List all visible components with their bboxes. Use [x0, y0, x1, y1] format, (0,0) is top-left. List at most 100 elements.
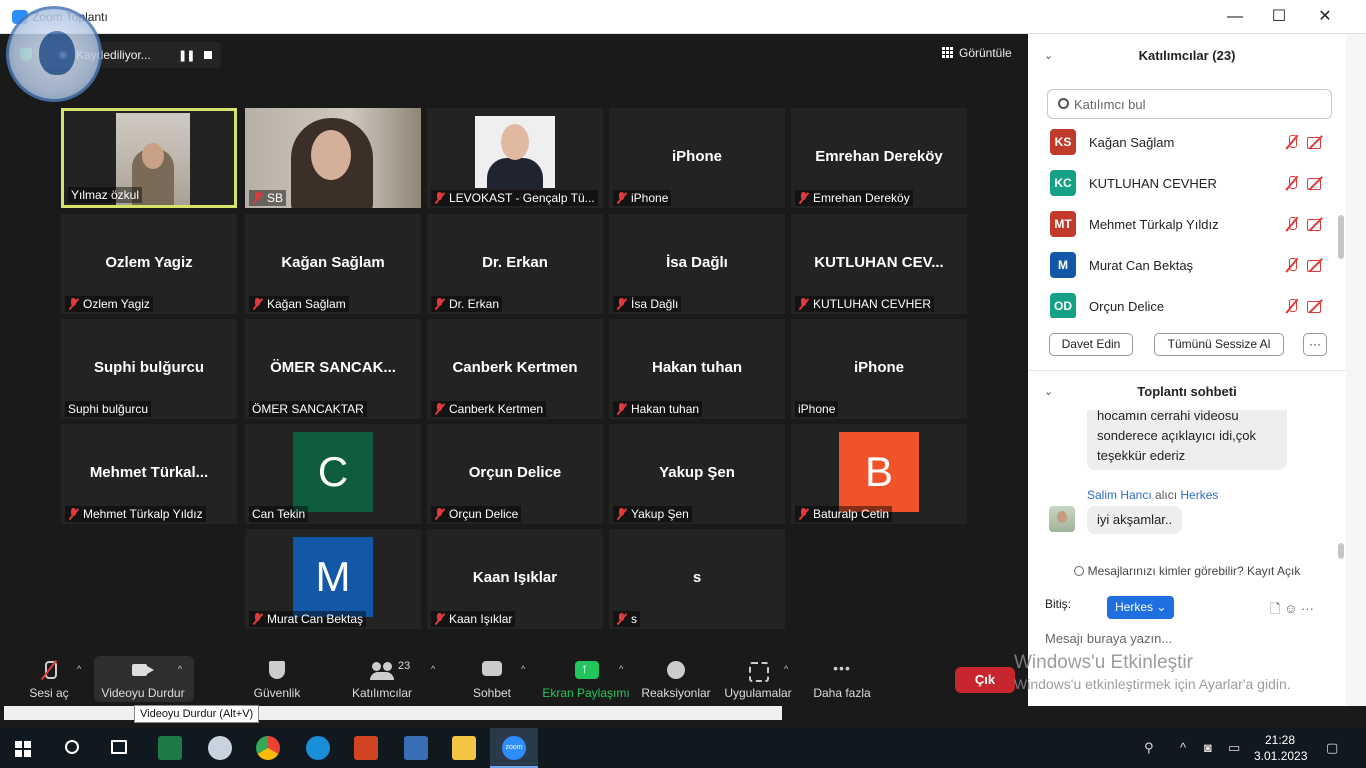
- security-button[interactable]: Güvenlik: [246, 652, 308, 706]
- close-button[interactable]: ✕: [1308, 6, 1342, 28]
- video-tile[interactable]: iPhone iPhone: [791, 319, 967, 419]
- collapse-participants-icon[interactable]: ⌄: [1044, 36, 1053, 76]
- participant-row[interactable]: KS Kağan Sağlam: [1028, 122, 1346, 163]
- participant-name-label: Kağan Sağlam: [249, 296, 349, 312]
- view-button[interactable]: Görüntüle: [942, 46, 1012, 60]
- video-tile[interactable]: Orçun Delice Orçun Delice: [427, 424, 603, 524]
- video-tile[interactable]: B Baturalp Cetin: [791, 424, 967, 524]
- reactions-button[interactable]: Reaksiyonlar: [640, 652, 712, 706]
- battery-icon[interactable]: ▭: [1228, 740, 1240, 756]
- chat-scroll-thumb[interactable]: [1338, 543, 1344, 559]
- muted-mic-icon: [434, 403, 445, 414]
- video-tile[interactable]: Yakup Şen Yakup Şen: [609, 424, 785, 524]
- video-tile[interactable]: M Murat Can Bektaş: [245, 529, 421, 629]
- video-tile[interactable]: Emrehan Dereköy Emrehan Dereköy: [791, 108, 967, 208]
- horizontal-scrollbar[interactable]: [4, 706, 782, 720]
- chat-options-caret[interactable]: ^: [521, 664, 525, 674]
- people-tray-icon[interactable]: ⚲: [1144, 740, 1154, 756]
- leave-button[interactable]: Çık: [955, 667, 1015, 693]
- chat-messages[interactable]: hocamın cerrahi videosu sonderece açıkla…: [1028, 410, 1338, 562]
- title-bar: Zoom Toplantı — ☐ ✕: [0, 0, 1366, 34]
- stop-recording-icon[interactable]: [204, 51, 212, 59]
- participants-icon: [370, 660, 394, 680]
- taskbar-explorer[interactable]: [440, 728, 488, 768]
- participants-options-caret[interactable]: ^: [431, 664, 435, 674]
- participant-avatar: C: [293, 432, 373, 512]
- video-tile[interactable]: KUTLUHAN CEV... KUTLUHAN CEVHER: [791, 214, 967, 314]
- video-tile[interactable]: Kaan Işıklar Kaan Işıklar: [427, 529, 603, 629]
- chat-visibility-info[interactable]: Mesajlarınızı kimler görebilir? Kayıt Aç…: [1028, 564, 1346, 578]
- video-tile[interactable]: Yılmaz özkul: [61, 108, 237, 208]
- participant-name-label: İsa Dağlı: [613, 296, 682, 312]
- chat-tools[interactable]: 🗋 ☺ ···: [1270, 600, 1314, 622]
- unmute-button[interactable]: Sesi aç: [20, 652, 78, 706]
- taskbar-app-7[interactable]: [392, 728, 440, 768]
- stop-video-button[interactable]: Videoyu Durdur: [96, 652, 190, 706]
- notifications-icon[interactable]: ▢: [1326, 740, 1338, 756]
- video-tile[interactable]: Hakan tuhan Hakan tuhan: [609, 319, 785, 419]
- apps-button[interactable]: Uygulamalar: [722, 652, 794, 706]
- video-tile[interactable]: Kağan Sağlam Kağan Sağlam: [245, 214, 421, 314]
- video-tile[interactable]: LEVOKAST - Gençalp Tü...: [427, 108, 603, 208]
- participants-title: Katılımcılar (23): [1138, 48, 1236, 63]
- video-tile[interactable]: SB: [245, 108, 421, 208]
- panel-scrollbar[interactable]: [1346, 34, 1366, 706]
- participant-row[interactable]: KC KUTLUHAN CEVHER: [1028, 163, 1346, 204]
- side-panel: ⌄ Katılımcılar (23) KS Kağan Sağlam KC KUTL…: [1028, 34, 1346, 706]
- video-tile[interactable]: İsa Dağlı İsa Dağlı: [609, 214, 785, 314]
- mute-all-button[interactable]: Tümünü Sessize Al: [1154, 333, 1284, 356]
- pause-recording-icon[interactable]: ❚❚: [178, 49, 195, 62]
- chevron-up-icon[interactable]: ^: [1180, 740, 1186, 755]
- share-options-caret[interactable]: ^: [619, 664, 623, 674]
- tray-app-icon[interactable]: ◙: [1204, 740, 1212, 755]
- video-tile[interactable]: ss: [609, 529, 785, 629]
- video-tile[interactable]: Canberk Kertmen Canberk Kertmen: [427, 319, 603, 419]
- participant-display-name: Dr. Erkan: [482, 254, 548, 271]
- participant-name: Hakan tuhan: [631, 402, 700, 416]
- participant-row[interactable]: M Murat Can Bektaş: [1028, 245, 1346, 286]
- video-tile[interactable]: Mehmet Türkal... Mehmet Türkalp Yıldız: [61, 424, 237, 524]
- muted-mic-icon: [616, 403, 627, 414]
- video-options-caret[interactable]: ^: [178, 664, 182, 674]
- video-tile[interactable]: Dr. Erkan Dr. Erkan: [427, 214, 603, 314]
- participant-search-input[interactable]: [1074, 94, 1324, 114]
- audio-options-caret[interactable]: ^: [77, 664, 81, 674]
- participants-scroll-thumb[interactable]: [1338, 215, 1344, 259]
- minimize-button[interactable]: —: [1218, 6, 1252, 28]
- taskbar-zoom[interactable]: zoom: [490, 728, 538, 768]
- taskbar-powerpoint[interactable]: [342, 728, 390, 768]
- video-off-icon: [1307, 217, 1325, 231]
- video-tile[interactable]: iPhone iPhone: [609, 108, 785, 208]
- video-tile[interactable]: C Can Tekin: [245, 424, 421, 524]
- collapse-chat-icon[interactable]: ⌄: [1044, 372, 1053, 412]
- app-icon: [208, 736, 232, 760]
- taskbar-chrome[interactable]: [244, 728, 292, 768]
- chat-button[interactable]: Sohbet: [466, 652, 518, 706]
- start-button[interactable]: [0, 728, 48, 768]
- participant-row[interactable]: OD Orçun Delice: [1028, 286, 1346, 318]
- apps-options-caret[interactable]: ^: [784, 664, 788, 674]
- clock[interactable]: 21:28 3.01.2023: [1254, 732, 1307, 764]
- participants-more-button[interactable]: ···: [1303, 333, 1327, 356]
- participant-search[interactable]: [1047, 89, 1332, 119]
- participant-row[interactable]: MT Mehmet Türkalp Yıldız: [1028, 204, 1346, 245]
- taskbar-ie[interactable]: [294, 728, 342, 768]
- share-screen-button[interactable]: Ekran Paylaşımı: [540, 652, 632, 706]
- task-view-button[interactable]: [96, 728, 144, 768]
- invite-button[interactable]: Davet Edin: [1049, 333, 1133, 356]
- maximize-button[interactable]: ☐: [1262, 6, 1296, 28]
- search-taskbar-button[interactable]: [48, 728, 96, 768]
- video-tile[interactable]: Ozlem Yagiz Ozlem Yagiz: [61, 214, 237, 314]
- participant-name: Mehmet Türkalp Yıldız: [1089, 217, 1219, 232]
- more-button[interactable]: Daha fazla: [810, 652, 874, 706]
- chat-input[interactable]: [1045, 628, 1325, 648]
- participant-name-label: ÖMER SANCAKTAR: [249, 401, 367, 417]
- video-tile[interactable]: ÖMER SANCAK... ÖMER SANCAKTAR: [245, 319, 421, 419]
- taskbar-app-1[interactable]: [146, 728, 194, 768]
- taskbar-app-2[interactable]: [196, 728, 244, 768]
- muted-mic-icon: [252, 298, 263, 309]
- video-tile[interactable]: Suphi bulğurcu Suphi bulğurcu: [61, 319, 237, 419]
- participant-name: KUTLUHAN CEVHER: [1089, 176, 1217, 191]
- recipient-dropdown[interactable]: Herkes ⌄: [1107, 596, 1175, 619]
- participant-name: ÖMER SANCAKTAR: [252, 402, 364, 416]
